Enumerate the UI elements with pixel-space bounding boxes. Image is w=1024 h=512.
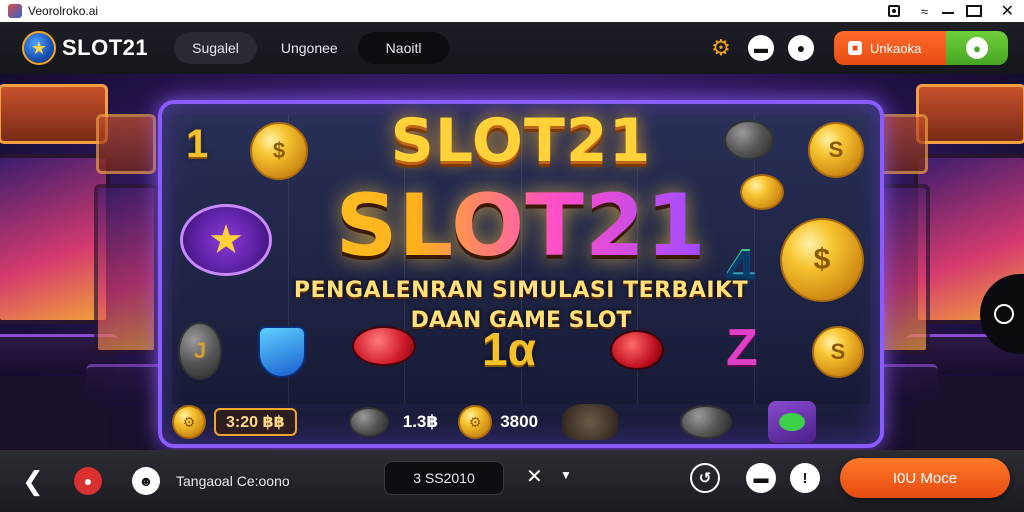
cta-button[interactable]: I0U Moce	[840, 458, 1010, 498]
chevron-down-icon[interactable]: ▼	[560, 468, 572, 482]
chat-button[interactable]: ●	[946, 31, 1008, 65]
minimize-button[interactable]	[942, 0, 954, 22]
brand-logo-icon: ★	[22, 31, 56, 65]
mask-icon[interactable]: ▬	[746, 463, 776, 493]
info-icon[interactable]: !	[790, 463, 820, 493]
game-stage: 1 $ ★ S $ 4 J 1α Z S SLOT21 SLOT21 PENGA…	[0, 74, 1024, 450]
payline-value-two: 3800	[500, 412, 539, 431]
mask-icon[interactable]: ▬	[748, 35, 774, 61]
brand-name: SLOT21	[62, 35, 149, 60]
window-titlebar: Veorolroko.ai ≈ ✕	[0, 0, 1024, 22]
app-icon	[8, 4, 22, 18]
history-icon[interactable]: ↺	[690, 463, 720, 493]
settings-gear-icon[interactable]: ⚙	[708, 35, 734, 61]
bottom-toolbar: ❮ ● ☻ Tangaoal Ce:oono 3 SS2010 ✕ ▼ ↺ ▬ …	[0, 450, 1024, 512]
nav-actions: ⚙ ▬ ● ■ Unkaoka ●	[694, 22, 1024, 74]
top-navigation: ★ SLOT21 Sugalel Ungonee Naoitl ⚙ ▬ ● ■ …	[0, 22, 1024, 74]
dark-coin-symbol	[348, 407, 389, 437]
tagline-line2: DAAN GAME SLOT	[410, 308, 632, 333]
value-field[interactable]: 3 SS2010	[384, 461, 504, 495]
close-button[interactable]: ✕	[1001, 0, 1014, 22]
payline-bar: ⚙ 3:20 ฿฿ 1.3฿ ⚙ 3800	[172, 401, 870, 443]
red-chip-symbol	[610, 330, 664, 370]
rock-symbol	[562, 404, 619, 440]
tab-naoitl[interactable]: Naoitl	[357, 32, 450, 64]
brand[interactable]: ★ SLOT21	[22, 31, 148, 65]
smile-icon[interactable]: ☻	[132, 467, 160, 495]
clear-x-icon[interactable]: ✕	[526, 464, 543, 489]
blue-gem-symbol	[258, 326, 306, 378]
orange-action-label: Unkaoka	[870, 40, 922, 56]
gear-coin-icon: ⚙	[458, 405, 493, 439]
maximize-button[interactable]	[966, 0, 982, 22]
square-icon: ■	[848, 41, 862, 55]
gold-coin-symbol: S	[812, 326, 864, 378]
wifi-icon: ≈	[920, 3, 928, 19]
gear-coin-icon: ⚙	[172, 405, 206, 439]
game-logo-small: SLOT21	[390, 106, 652, 176]
slot-machine-frame: 1 $ ★ S $ 4 J 1α Z S SLOT21 SLOT21 PENGA…	[158, 100, 884, 448]
lips-icon[interactable]: ●	[74, 467, 102, 495]
record-ring-icon	[994, 304, 1014, 324]
back-arrow-icon[interactable]: ❮	[22, 466, 48, 497]
orange-action-button[interactable]: ■ Unkaoka	[834, 31, 946, 65]
game-logo-main: SLOT21	[162, 176, 880, 276]
bet-box[interactable]: 3:20 ฿฿	[214, 408, 297, 436]
camera-icon[interactable]	[888, 0, 900, 22]
arcade-cabinet-left-back	[86, 114, 166, 450]
payline-value-one: 1.3฿	[402, 412, 439, 431]
green-leaf-badge-icon	[768, 401, 817, 443]
action-button-group: ■ Unkaoka ●	[834, 31, 1008, 65]
chat-bubble-icon: ●	[966, 37, 988, 59]
tab-sugalel[interactable]: Sugalel	[174, 32, 257, 64]
dark-coin-symbol	[680, 405, 733, 439]
help-icon[interactable]: ●	[788, 35, 814, 61]
bottom-label: Tangaoal Ce:oono	[176, 473, 290, 489]
window-title: Veorolroko.ai	[28, 4, 99, 18]
tab-ungonee[interactable]: Ungonee	[263, 32, 356, 64]
tagline-line1: PENGALENRAN SIMULASI TERBAIKT	[293, 278, 749, 303]
